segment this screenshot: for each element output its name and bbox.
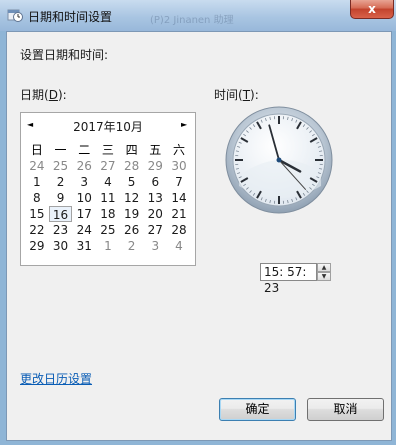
calendar-day[interactable]: 8 bbox=[25, 190, 49, 206]
calendar-day[interactable]: 4 bbox=[96, 174, 120, 190]
weekday-header: 一 bbox=[54, 143, 67, 157]
calendar-day[interactable]: 28 bbox=[167, 222, 191, 238]
dialog-heading: 设置日期和时间: bbox=[20, 48, 109, 62]
weekday-header: 日 bbox=[30, 143, 43, 157]
calendar-day[interactable]: 29 bbox=[143, 158, 167, 174]
calendar-day[interactable]: 15 bbox=[25, 206, 49, 222]
calendar-day[interactable]: 17 bbox=[72, 206, 96, 222]
calendar-day[interactable]: 20 bbox=[143, 206, 167, 222]
calendar-day[interactable]: 27 bbox=[96, 158, 120, 174]
calendar-day[interactable]: 19 bbox=[120, 206, 144, 222]
weekday-header: 六 bbox=[172, 143, 185, 157]
spin-down-icon[interactable]: ▼ bbox=[317, 272, 331, 281]
time-label: 时间(T): bbox=[214, 88, 259, 102]
calendar-day[interactable]: 1 bbox=[96, 238, 120, 254]
calendar-day[interactable]: 22 bbox=[25, 222, 49, 238]
calendar-day[interactable]: 23 bbox=[49, 222, 73, 238]
close-button[interactable]: x bbox=[350, 0, 394, 19]
calendar-week-row: 24 25 26 27 28 29 30 bbox=[25, 158, 191, 174]
weekday-header: 三 bbox=[101, 143, 114, 157]
calendar-week-row: 22 23 24 25 26 27 28 bbox=[25, 222, 191, 238]
calendar-day[interactable]: 30 bbox=[167, 158, 191, 174]
analog-clock bbox=[225, 106, 333, 214]
calendar-day[interactable]: 27 bbox=[143, 222, 167, 238]
spin-up-icon[interactable]: ▲ bbox=[317, 263, 331, 272]
calendar-day[interactable]: 9 bbox=[49, 190, 73, 206]
window-title: 日期和时间设置 bbox=[28, 10, 113, 24]
title-bar: 日期和时间设置 (P)2 Jinanen 助理 x bbox=[0, 0, 396, 31]
calendar-week-row: 8 9 10 11 12 13 14 bbox=[25, 190, 191, 206]
calendar-day[interactable]: 2 bbox=[49, 174, 73, 190]
calendar-day[interactable]: 14 bbox=[167, 190, 191, 206]
weekday-header: 二 bbox=[78, 143, 91, 157]
calendar-day[interactable]: 10 bbox=[72, 190, 96, 206]
calendar-day[interactable]: 13 bbox=[143, 190, 167, 206]
calendar-day[interactable]: 31 bbox=[72, 238, 96, 254]
calendar-day[interactable]: 21 bbox=[167, 206, 191, 222]
calendar-day[interactable]: 3 bbox=[72, 174, 96, 190]
calendar-day[interactable]: 29 bbox=[25, 238, 49, 254]
calendar-day[interactable]: 25 bbox=[49, 158, 73, 174]
calendar-day[interactable]: 26 bbox=[120, 222, 144, 238]
calendar-day[interactable]: 11 bbox=[96, 190, 120, 206]
next-month-icon[interactable]: ► bbox=[181, 120, 187, 129]
calendar-day[interactable]: 30 bbox=[49, 238, 73, 254]
calendar-day[interactable]: 26 bbox=[72, 158, 96, 174]
calendar-day[interactable]: 25 bbox=[96, 222, 120, 238]
calendar-day[interactable]: 24 bbox=[72, 222, 96, 238]
dialog-body: 设置日期和时间: 日期(D): 时间(T): ◄ 2017年10月 ► 日 一 … bbox=[6, 31, 392, 441]
month-calendar[interactable]: ◄ 2017年10月 ► 日 一 二 三 四 五 六 24 25 26 27 2… bbox=[20, 112, 196, 266]
weekday-header: 四 bbox=[125, 143, 138, 157]
time-spinner[interactable]: ▲ ▼ bbox=[317, 263, 331, 281]
calendar-day[interactable]: 1 bbox=[25, 174, 49, 190]
change-calendar-settings-link[interactable]: 更改日历设置 bbox=[20, 370, 92, 387]
calendar-day[interactable]: 2 bbox=[120, 238, 144, 254]
calendar-day[interactable]: 3 bbox=[143, 238, 167, 254]
calendar-week-row: 29 30 31 1 2 3 4 bbox=[25, 238, 191, 254]
calendar-day[interactable]: 18 bbox=[96, 206, 120, 222]
calendar-day[interactable]: 4 bbox=[167, 238, 191, 254]
calendar-day[interactable]: 28 bbox=[120, 158, 144, 174]
date-label: 日期(D): bbox=[20, 88, 67, 102]
calendar-day[interactable]: 6 bbox=[143, 174, 167, 190]
close-icon: x bbox=[368, 2, 376, 16]
calendar-day[interactable]: 7 bbox=[167, 174, 191, 190]
background-window-text: (P)2 Jinanen 助理 bbox=[150, 15, 234, 26]
clock-settings-icon bbox=[7, 7, 23, 23]
calendar-week-row: 15 16 17 18 19 20 21 bbox=[25, 206, 191, 222]
calendar-week-row: 1 2 3 4 5 6 7 bbox=[25, 174, 191, 190]
calendar-grid: 日 一 二 三 四 五 六 24 25 26 27 28 29 30 1 2 3 bbox=[25, 142, 191, 254]
weekday-header: 五 bbox=[149, 143, 162, 157]
cancel-button[interactable]: 取消 bbox=[307, 398, 384, 421]
calendar-day[interactable]: 12 bbox=[120, 190, 144, 206]
calendar-day[interactable]: 5 bbox=[120, 174, 144, 190]
calendar-day[interactable]: 24 bbox=[25, 158, 49, 174]
weekday-header-row: 日 一 二 三 四 五 六 bbox=[25, 142, 191, 158]
time-input[interactable]: 15: 57: 23 bbox=[260, 263, 317, 295]
ok-button[interactable]: 确定 bbox=[219, 398, 296, 421]
calendar-day-selected[interactable]: 16 bbox=[48, 206, 73, 222]
calendar-month-title[interactable]: 2017年10月 bbox=[21, 118, 195, 135]
